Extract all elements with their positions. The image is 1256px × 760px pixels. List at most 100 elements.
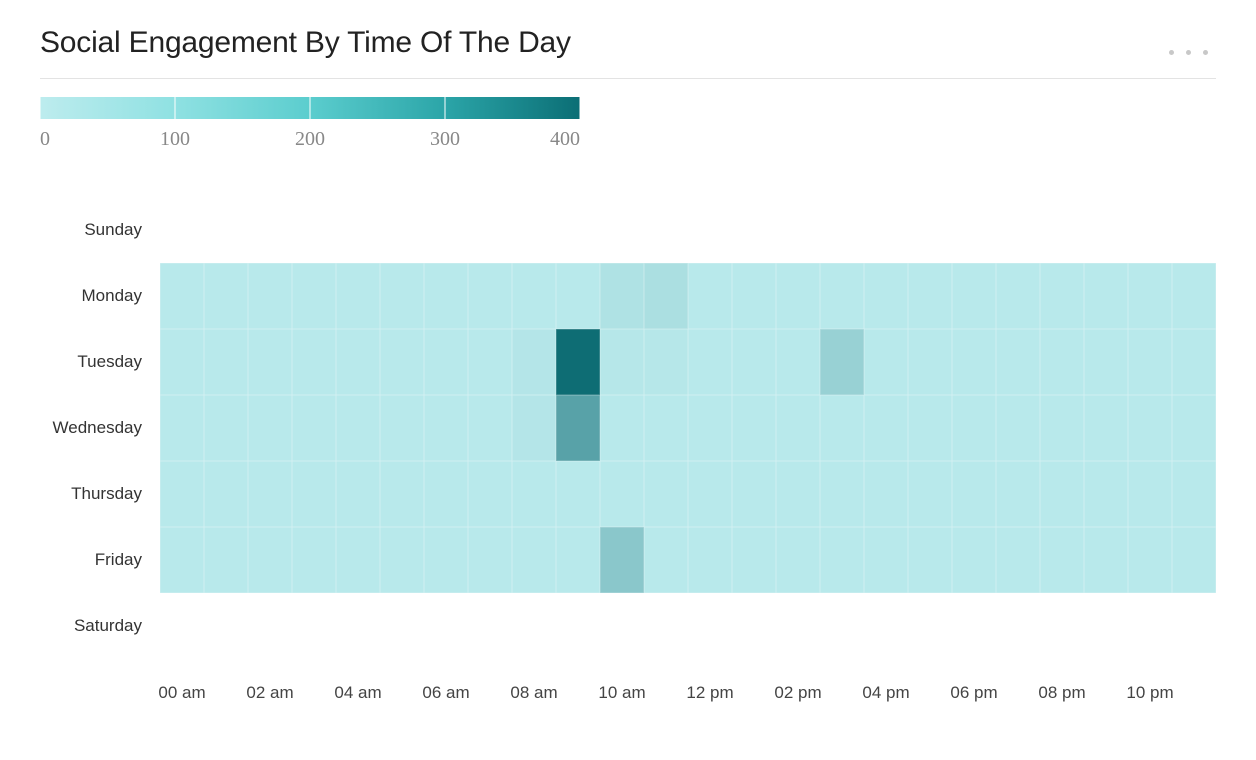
heatmap-cell[interactable] [952, 461, 996, 527]
heatmap-cell[interactable] [292, 395, 336, 461]
heatmap-cell[interactable] [1172, 329, 1216, 395]
heatmap-cell[interactable] [864, 197, 908, 263]
heatmap-cell[interactable] [468, 461, 512, 527]
heatmap-cell[interactable] [204, 395, 248, 461]
heatmap-cell[interactable] [732, 395, 776, 461]
heatmap-cell[interactable] [600, 329, 644, 395]
heatmap-cell[interactable] [468, 593, 512, 659]
heatmap-cell[interactable] [512, 263, 556, 329]
heatmap-cell[interactable] [820, 263, 864, 329]
heatmap-cell[interactable] [556, 263, 600, 329]
heatmap-cell[interactable] [248, 461, 292, 527]
heatmap-cell[interactable] [864, 329, 908, 395]
heatmap-cell[interactable] [160, 395, 204, 461]
heatmap-cell[interactable] [556, 197, 600, 263]
heatmap-cell[interactable] [380, 527, 424, 593]
heatmap-cell[interactable] [248, 527, 292, 593]
heatmap-cell[interactable] [556, 395, 600, 461]
heatmap-cell[interactable] [1084, 197, 1128, 263]
heatmap-cell[interactable] [160, 461, 204, 527]
heatmap-cell[interactable] [512, 395, 556, 461]
heatmap-cell[interactable] [380, 329, 424, 395]
heatmap-cell[interactable] [820, 593, 864, 659]
heatmap-cell[interactable] [336, 263, 380, 329]
heatmap-cell[interactable] [600, 593, 644, 659]
heatmap-cell[interactable] [732, 263, 776, 329]
heatmap-cell[interactable] [336, 197, 380, 263]
heatmap-cell[interactable] [380, 263, 424, 329]
heatmap-cell[interactable] [512, 593, 556, 659]
heatmap-cell[interactable] [512, 461, 556, 527]
heatmap-cell[interactable] [424, 395, 468, 461]
heatmap-cell[interactable] [644, 197, 688, 263]
heatmap-cell[interactable] [644, 593, 688, 659]
heatmap-cell[interactable] [204, 461, 248, 527]
heatmap-cell[interactable] [996, 593, 1040, 659]
heatmap-cell[interactable] [160, 329, 204, 395]
heatmap-cell[interactable] [644, 395, 688, 461]
heatmap-cell[interactable] [1128, 395, 1172, 461]
heatmap-cell[interactable] [776, 329, 820, 395]
heatmap-cell[interactable] [292, 263, 336, 329]
heatmap-cell[interactable] [732, 461, 776, 527]
heatmap-cell[interactable] [776, 461, 820, 527]
heatmap-cell[interactable] [688, 593, 732, 659]
heatmap-cell[interactable] [1128, 527, 1172, 593]
heatmap-cell[interactable] [1084, 395, 1128, 461]
heatmap-cell[interactable] [600, 197, 644, 263]
heatmap-cell[interactable] [688, 527, 732, 593]
heatmap-cell[interactable] [248, 395, 292, 461]
heatmap-cell[interactable] [292, 527, 336, 593]
heatmap-cell[interactable] [1040, 527, 1084, 593]
heatmap-cell[interactable] [864, 593, 908, 659]
heatmap-cell[interactable] [688, 197, 732, 263]
heatmap-cell[interactable] [424, 263, 468, 329]
heatmap-cell[interactable] [1172, 395, 1216, 461]
heatmap-cell[interactable] [732, 329, 776, 395]
heatmap-cell[interactable] [248, 197, 292, 263]
heatmap-cell[interactable] [864, 395, 908, 461]
heatmap-cell[interactable] [380, 461, 424, 527]
heatmap-cell[interactable] [512, 197, 556, 263]
heatmap-cell[interactable] [644, 461, 688, 527]
more-options-button[interactable] [1161, 37, 1216, 61]
heatmap-cell[interactable] [1128, 197, 1172, 263]
heatmap-cell[interactable] [1084, 329, 1128, 395]
heatmap-cell[interactable] [1128, 263, 1172, 329]
heatmap-cell[interactable] [424, 197, 468, 263]
heatmap-cell[interactable] [776, 527, 820, 593]
heatmap-cell[interactable] [908, 395, 952, 461]
heatmap-cell[interactable] [424, 461, 468, 527]
heatmap-cell[interactable] [908, 329, 952, 395]
heatmap-cell[interactable] [688, 395, 732, 461]
heatmap-cell[interactable] [820, 395, 864, 461]
heatmap-cell[interactable] [600, 461, 644, 527]
heatmap-cell[interactable] [732, 593, 776, 659]
heatmap-cell[interactable] [776, 395, 820, 461]
heatmap-cell[interactable] [820, 197, 864, 263]
heatmap-cell[interactable] [1040, 197, 1084, 263]
heatmap-cell[interactable] [688, 461, 732, 527]
heatmap-cell[interactable] [820, 461, 864, 527]
heatmap-cell[interactable] [732, 527, 776, 593]
heatmap-cell[interactable] [1084, 527, 1128, 593]
heatmap-cell[interactable] [512, 527, 556, 593]
heatmap-cell[interactable] [864, 461, 908, 527]
heatmap-cell[interactable] [996, 527, 1040, 593]
heatmap-cell[interactable] [336, 329, 380, 395]
heatmap-cell[interactable] [380, 593, 424, 659]
heatmap-cell[interactable] [336, 461, 380, 527]
heatmap-cell[interactable] [468, 329, 512, 395]
heatmap-cell[interactable] [380, 395, 424, 461]
heatmap-cell[interactable] [336, 527, 380, 593]
heatmap-cell[interactable] [1172, 263, 1216, 329]
heatmap-cell[interactable] [1040, 329, 1084, 395]
heatmap-cell[interactable] [908, 263, 952, 329]
heatmap-cell[interactable] [1040, 461, 1084, 527]
heatmap-cell[interactable] [248, 263, 292, 329]
heatmap-cell[interactable] [776, 263, 820, 329]
heatmap-cell[interactable] [1172, 593, 1216, 659]
heatmap-cell[interactable] [1040, 263, 1084, 329]
heatmap-cell[interactable] [248, 593, 292, 659]
heatmap-cell[interactable] [820, 527, 864, 593]
